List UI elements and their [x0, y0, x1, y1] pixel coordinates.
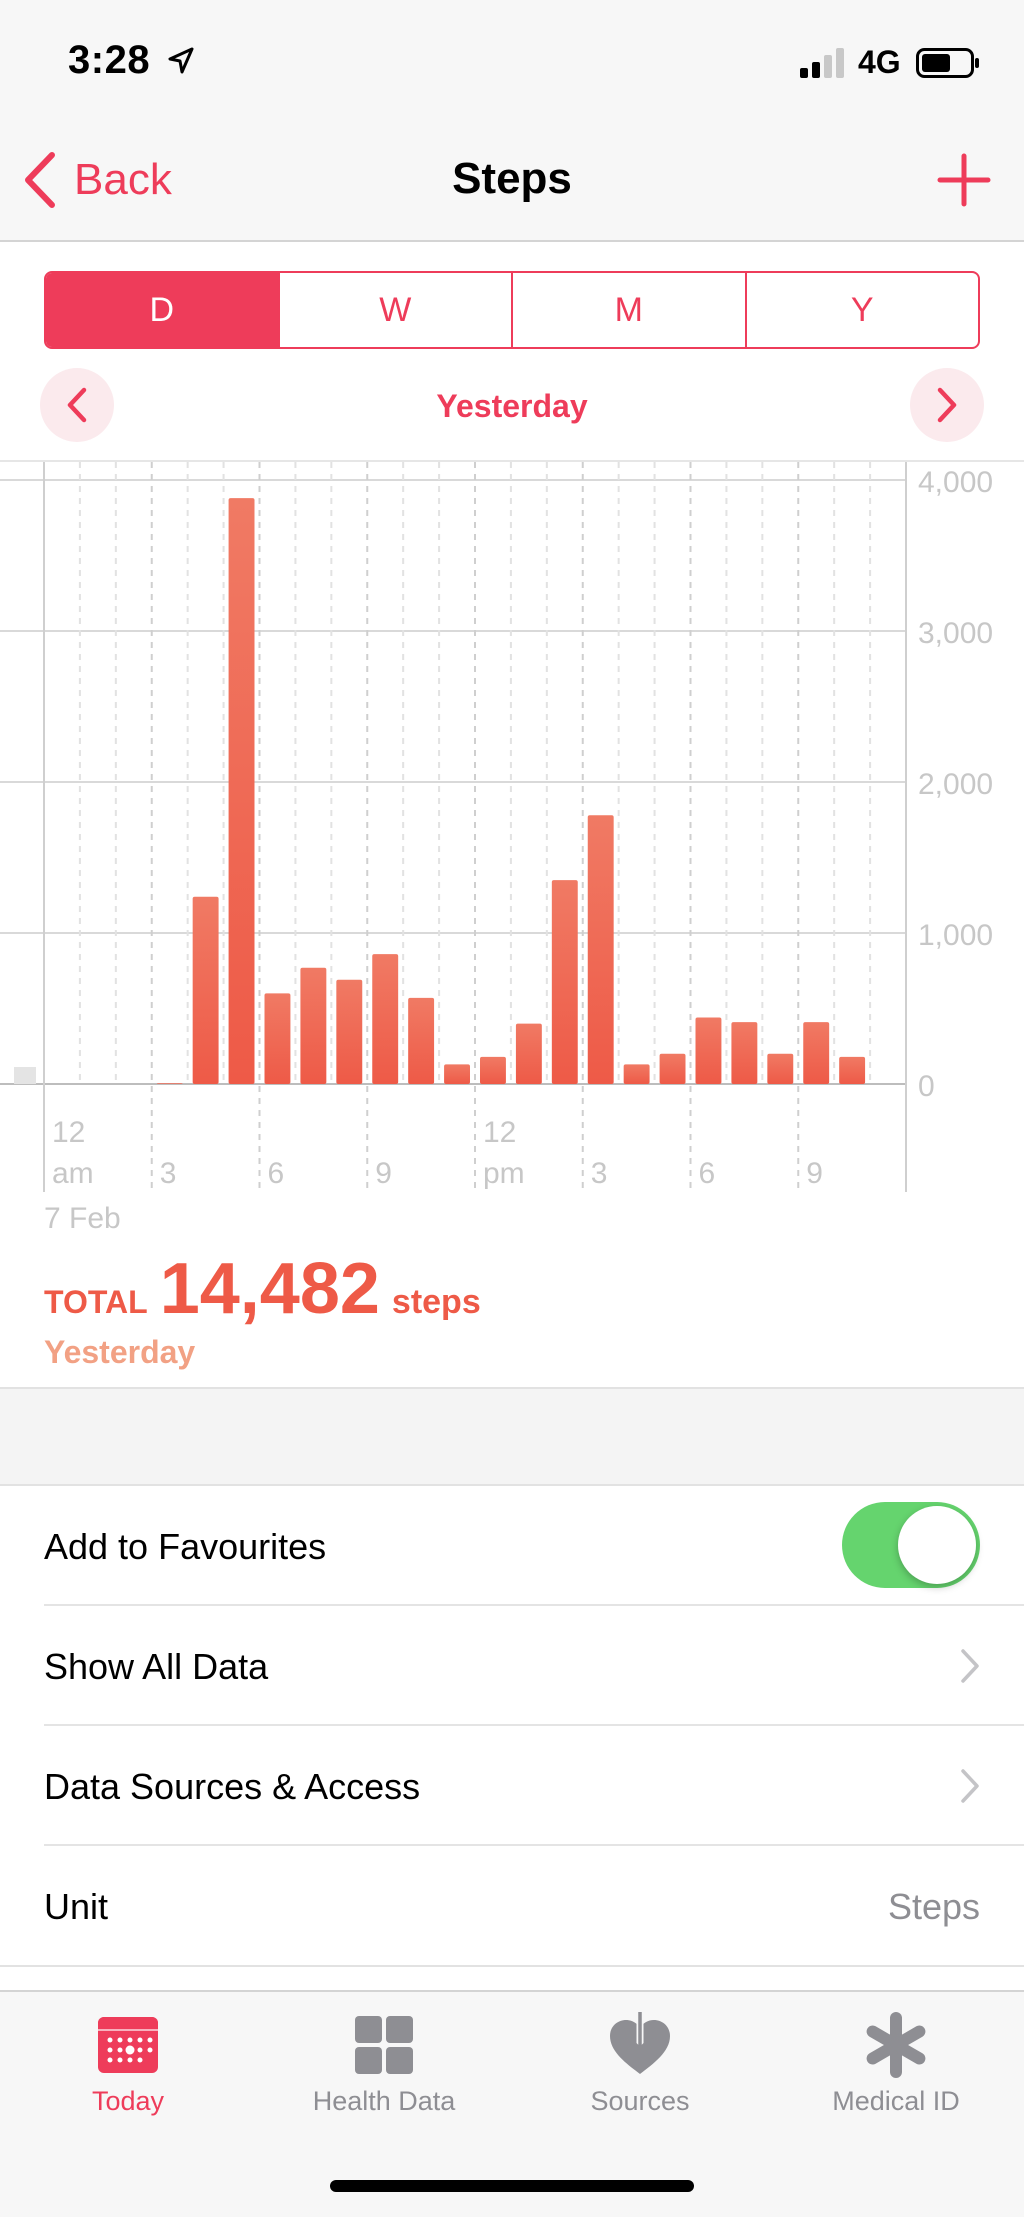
tab-label: Medical ID: [832, 2086, 960, 2116]
bar-hour-13: [515, 1023, 542, 1084]
tab-label: Today: [91, 2086, 165, 2116]
y-tick-label: 2,000: [918, 768, 993, 801]
navigation-bar: Back Steps: [0, 120, 1024, 242]
total-period: Yesterday: [44, 1334, 196, 1370]
bar-hour-21: [803, 1022, 830, 1084]
steps-bar-chart[interactable]: 4,000 3,000 2,000 1,000 0 12 am 3 6 9 12 pm 3 6 9: [0, 462, 1024, 1192]
bar-hour-4: [192, 896, 219, 1084]
bar-hour-6: [264, 993, 291, 1084]
total-unit: steps: [391, 1283, 481, 1321]
segment-week[interactable]: W: [280, 273, 513, 347]
total-word: TOTAL: [44, 1284, 148, 1320]
bar-hour-12: [480, 1056, 506, 1084]
calendar-icon: [98, 2017, 158, 2073]
network-type: 4G: [858, 44, 901, 80]
bar-hour-22: [839, 1056, 866, 1084]
segment-day[interactable]: D: [46, 273, 280, 347]
total-value: 14,482: [159, 1249, 380, 1329]
favourites-toggle[interactable]: [842, 1502, 980, 1588]
bar-hour-18: [695, 1017, 722, 1084]
chart-date-label: 7 Feb: [44, 1202, 121, 1235]
unit-value: Steps: [887, 1886, 980, 1927]
x-tick-label: pm: [483, 1157, 525, 1190]
add-data-plus-icon[interactable]: [934, 150, 994, 210]
tab-medical-id[interactable]: Medical ID: [768, 2012, 1024, 2132]
favourites-label: Add to Favourites: [44, 1526, 327, 1567]
x-tick-label: 6: [699, 1157, 716, 1190]
y-tick-label: 4,000: [918, 466, 993, 499]
segment-year[interactable]: Y: [747, 273, 979, 347]
y-tick-label: 3,000: [918, 617, 993, 650]
signal-strength-icon: [800, 48, 844, 78]
period-segmented-control: D W M Y: [44, 271, 980, 349]
section-spacer: [0, 1389, 1024, 1485]
tab-sources[interactable]: Sources: [512, 2012, 768, 2132]
tab-health-data[interactable]: Health Data: [256, 2012, 512, 2132]
segment-month[interactable]: M: [513, 273, 747, 347]
unit-row[interactable]: Unit Steps: [0, 1846, 1024, 1966]
y-tick-label: 0: [918, 1070, 935, 1103]
bar-hour-20: [767, 1053, 794, 1084]
bar-hour-11: [444, 1064, 470, 1084]
chevron-right-icon: [961, 1649, 979, 1683]
x-tick-label: am: [52, 1157, 94, 1190]
bar-hour-15: [587, 815, 614, 1084]
x-tick-label: 9: [806, 1157, 823, 1190]
bar-hour-10: [408, 997, 435, 1084]
chevron-right-icon: [961, 1769, 979, 1803]
bar-hour-3: [156, 1083, 183, 1084]
data-sources-row[interactable]: Data Sources & Access: [0, 1726, 1024, 1846]
bar-hour-16: [623, 1064, 650, 1084]
tab-today[interactable]: Today: [0, 2012, 256, 2132]
bar-hour-8: [336, 979, 363, 1084]
previous-day-marker: [14, 1067, 36, 1084]
tab-label: Sources: [590, 2086, 690, 2116]
page-title: Steps: [452, 154, 572, 203]
next-date-button[interactable]: [910, 368, 984, 442]
date-navigator: Yesterday: [0, 368, 1024, 442]
x-tick-label: 3: [591, 1157, 608, 1190]
status-bar: 3:28 4G: [0, 0, 1024, 120]
bar-hour-7: [300, 967, 327, 1084]
x-tick-label: 12: [52, 1116, 85, 1149]
favourites-row: Add to Favourites: [0, 1486, 1024, 1606]
x-tick-label: 12: [483, 1116, 516, 1149]
grid-icon: [355, 2016, 413, 2074]
tab-label: Health Data: [312, 2086, 456, 2116]
date-label: Yesterday: [436, 388, 588, 424]
bar-hour-5: [228, 498, 255, 1084]
bar-hour-9: [372, 954, 399, 1084]
status-time: 3:28: [68, 38, 151, 82]
x-tick-label: 9: [375, 1157, 392, 1190]
x-tick-label: 6: [268, 1157, 285, 1190]
show-all-data-row[interactable]: Show All Data: [0, 1606, 1024, 1726]
total-summary: TOTAL 14,482 steps Yesterday: [44, 1248, 481, 1371]
battery-icon: [916, 48, 979, 78]
chevron-right-icon: [937, 387, 957, 423]
heart-download-icon: [610, 2012, 670, 2074]
home-indicator: [330, 2180, 694, 2192]
y-tick-label: 1,000: [918, 919, 993, 952]
show-all-data-label: Show All Data: [44, 1646, 269, 1687]
bar-hour-19: [731, 1022, 758, 1084]
data-sources-label: Data Sources & Access: [44, 1766, 421, 1807]
x-tick-label: 3: [160, 1157, 177, 1190]
unit-label: Unit: [44, 1886, 109, 1927]
bar-hour-14: [551, 880, 578, 1084]
asterisk-icon: [866, 2012, 926, 2078]
location-arrow-icon: [168, 47, 194, 74]
toggle-knob: [898, 1506, 976, 1584]
bar-hour-17: [659, 1053, 686, 1084]
divider: [0, 1965, 1024, 1967]
